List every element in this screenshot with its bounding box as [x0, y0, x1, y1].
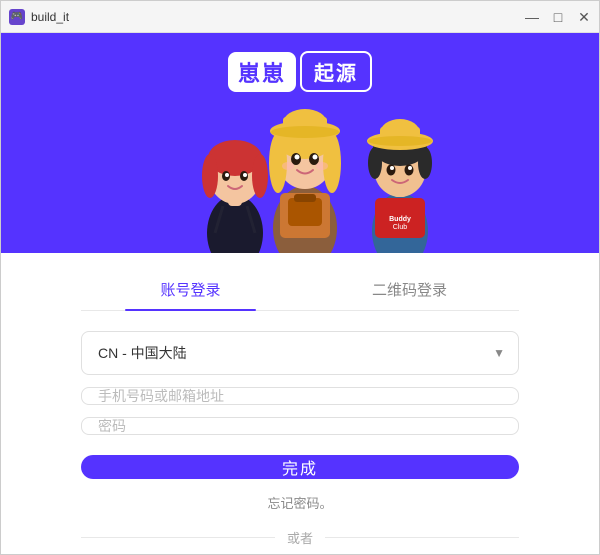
svg-text:Buddy: Buddy	[389, 216, 411, 223]
submit-button[interactable]: 完成	[81, 455, 519, 479]
phone-email-input[interactable]	[81, 387, 519, 405]
password-input[interactable]	[81, 417, 519, 435]
main-window: 🎮 build_it — □ ✕ 崽崽 起源	[0, 0, 600, 555]
characters-illustration: Buddy Club	[150, 68, 450, 253]
app-icon: 🎮	[9, 9, 25, 25]
tab-account-login[interactable]: 账号登录	[81, 269, 300, 310]
maximize-button[interactable]: □	[551, 10, 565, 24]
hero-logo: 崽崽 起源	[228, 51, 372, 92]
close-button[interactable]: ✕	[577, 10, 591, 24]
window-controls: — □ ✕	[525, 10, 591, 24]
region-select-wrapper: CN - 中国大陆 ▼	[81, 331, 519, 375]
minimize-button[interactable]: —	[525, 10, 539, 24]
login-tabs: 账号登录 二维码登录	[81, 269, 519, 311]
title-bar: 🎮 build_it — □ ✕	[1, 1, 599, 33]
divider-line-right	[325, 537, 519, 538]
login-area: 账号登录 二维码登录 CN - 中国大陆 ▼ 完成 忘记密码。 或者	[1, 253, 599, 554]
divider-line-left	[81, 537, 275, 538]
forgot-password-link[interactable]: 忘记密码。	[267, 493, 332, 512]
app-content: 崽崽 起源	[1, 33, 599, 554]
hero-banner: 崽崽 起源	[1, 33, 599, 253]
region-select[interactable]: CN - 中国大陆	[81, 331, 519, 375]
logo-sub: 起源	[300, 51, 372, 92]
logo-main: 崽崽	[228, 52, 296, 92]
svg-text:Club: Club	[393, 224, 408, 231]
divider: 或者	[81, 528, 519, 547]
title-bar-text: build_it	[31, 10, 525, 24]
divider-text: 或者	[287, 528, 313, 547]
tab-qrcode-login[interactable]: 二维码登录	[300, 269, 519, 310]
